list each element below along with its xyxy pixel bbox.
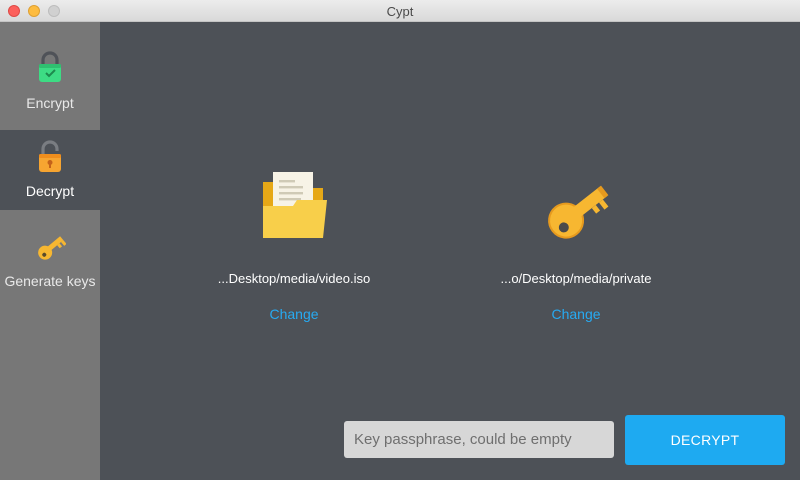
sidebar-item-generate-keys[interactable]: Generate keys [0,210,100,310]
key-icon[interactable] [539,170,611,242]
main-panel: ...Desktop/media/video.iso Change ...o/D… [100,22,800,480]
sidebar: Encrypt Decrypt Generate keys [0,22,100,480]
key-icon [38,236,66,260]
decrypt-button[interactable]: DECRYPT [625,415,785,465]
change-file-link[interactable]: Change [244,306,344,322]
app-window: Cypt Encrypt Decrypt Generate keys ...De… [0,0,800,480]
window-title: Cypt [386,4,414,19]
passphrase-input[interactable] [344,421,614,458]
title-bar[interactable]: Cypt [0,0,800,22]
lock-closed-green-icon [39,51,61,82]
key-path-label: ...o/Desktop/media/private [500,271,652,286]
sidebar-item-decrypt[interactable]: Decrypt [0,130,100,210]
sidebar-item-label: Encrypt [26,95,74,111]
file-path-label: ...Desktop/media/video.iso [217,271,371,286]
folder-document-icon[interactable] [259,170,331,242]
change-key-link[interactable]: Change [526,306,626,322]
sidebar-item-label: Generate keys [4,273,96,289]
sidebar-item-encrypt[interactable]: Encrypt [0,22,100,130]
sidebar-item-label: Decrypt [25,183,75,199]
lock-open-orange-icon [39,140,61,172]
